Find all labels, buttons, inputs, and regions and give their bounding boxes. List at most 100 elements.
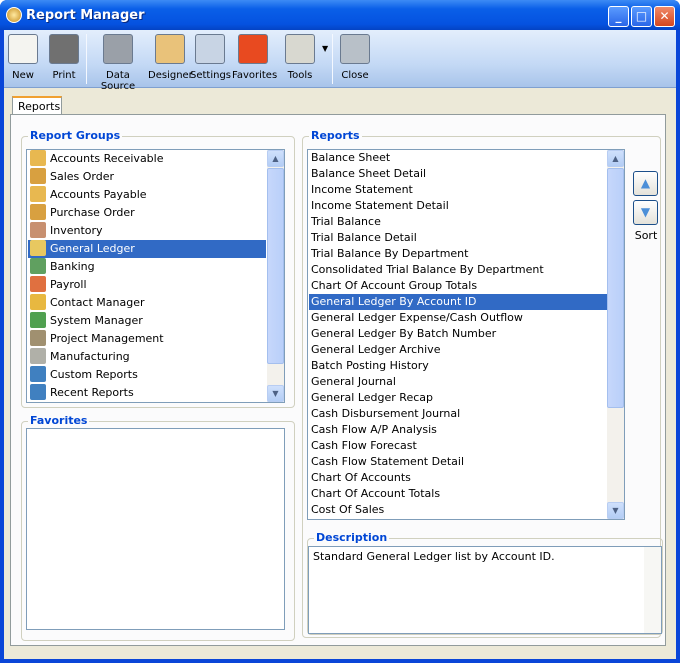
report-group-item[interactable]: Inventory	[28, 222, 266, 240]
report-item[interactable]: Cash Disbursement Journal	[309, 406, 607, 422]
report-item[interactable]: Balance Sheet Detail	[309, 166, 607, 182]
tools-dropdown-icon[interactable]: ▼	[322, 44, 328, 53]
report-group-item[interactable]: Project Management	[28, 330, 266, 348]
scroll-thumb[interactable]	[267, 168, 284, 364]
report-group-label: Manufacturing	[50, 350, 130, 363]
description-group: Description Standard General Ledger list…	[307, 531, 663, 635]
toolbar-button-label: Print	[52, 70, 76, 81]
scroll-down-icon[interactable]: ▼	[607, 502, 624, 519]
scroll-up-icon[interactable]: ▲	[607, 150, 624, 167]
title-bar: Report Manager _ □ ✕	[0, 0, 680, 30]
favorites-list[interactable]	[26, 428, 285, 630]
toolbar-separator	[332, 34, 333, 84]
report-group-icon	[30, 276, 46, 292]
window-title: Report Manager	[26, 8, 145, 23]
description-scrollbar[interactable]	[644, 547, 661, 633]
report-group-item[interactable]: Banking	[28, 258, 266, 276]
description-label: Description	[314, 531, 390, 544]
report-group-icon	[30, 168, 46, 184]
report-groups-label: Report Groups	[28, 129, 123, 142]
settings-icon	[195, 34, 225, 64]
sort-down-button[interactable]: ▼	[633, 200, 658, 225]
report-item[interactable]: Chart Of Accounts	[309, 470, 607, 486]
report-item[interactable]: Trial Balance	[309, 214, 607, 230]
toolbar-print-button[interactable]: Print	[44, 32, 84, 86]
toolbar-new-button[interactable]: New	[6, 32, 40, 86]
sort-up-button[interactable]: ▲	[633, 171, 658, 196]
report-group-item[interactable]: General Ledger	[28, 240, 266, 258]
report-item[interactable]: General Ledger By Account ID	[309, 294, 607, 310]
report-group-item[interactable]: Purchase Order	[28, 204, 266, 222]
report-item[interactable]: Chart Of Account Totals	[309, 486, 607, 502]
report-item[interactable]: Trial Balance Detail	[309, 230, 607, 246]
report-group-label: Payroll	[50, 278, 87, 291]
report-group-icon	[30, 204, 46, 220]
report-item[interactable]: Income Statement	[309, 182, 607, 198]
reports-scrollbar[interactable]: ▲ ▼	[607, 150, 624, 519]
toolbar-data-source-button[interactable]: Data Source	[90, 32, 146, 92]
reports-label: Reports	[309, 129, 362, 142]
groups-scrollbar[interactable]: ▲ ▼	[267, 150, 284, 402]
report-group-item[interactable]: Accounts Receivable	[28, 150, 266, 168]
tab-reports[interactable]: Reports	[12, 96, 62, 115]
toolbar-button-label: Settings	[190, 70, 232, 81]
report-group-icon	[30, 384, 46, 400]
report-group-item[interactable]: Custom Reports	[28, 366, 266, 384]
report-item[interactable]: Cash Flow Statement Detail	[309, 454, 607, 470]
report-group-label: Accounts Payable	[50, 188, 147, 201]
close-window-button[interactable]: ✕	[654, 6, 675, 27]
report-group-icon	[30, 222, 46, 238]
database-icon	[103, 34, 133, 64]
scroll-down-icon[interactable]: ▼	[267, 385, 284, 402]
report-group-item[interactable]: Sales Order	[28, 168, 266, 186]
description-text: Standard General Ledger list by Account …	[313, 550, 555, 563]
report-group-label: Project Management	[50, 332, 164, 345]
report-groups-list[interactable]: ▲ ▼ Accounts Receivable Sales Order Accoun…	[26, 149, 285, 403]
toolbar-favorites-button[interactable]: Favorites	[232, 32, 277, 86]
toolbar-designer-button[interactable]: Designer	[148, 32, 193, 86]
toolbar-button-label: Close	[341, 70, 369, 81]
report-group-item[interactable]: Recent Reports	[28, 384, 266, 402]
report-item[interactable]: General Ledger Recap	[309, 390, 607, 406]
reports-list[interactable]: ▲ ▼ Balance Sheet Balance Sheet Detail Inc…	[307, 149, 625, 520]
scroll-up-icon[interactable]: ▲	[267, 150, 284, 167]
report-group-item[interactable]: System Manager	[28, 312, 266, 330]
tools-icon	[285, 34, 315, 64]
report-manager-window: Report Manager _ □ ✕ New Print Data Source…	[0, 0, 680, 663]
toolbar-button-label: Tools	[287, 70, 313, 81]
designer-icon	[155, 34, 185, 64]
report-item[interactable]: Consolidated Trial Balance By Department	[309, 262, 607, 278]
toolbar-settings-button[interactable]: Settings	[190, 32, 232, 86]
report-group-icon	[30, 258, 46, 274]
toolbar-close-button[interactable]: Close	[338, 32, 372, 86]
report-group-item[interactable]: Payroll	[28, 276, 266, 294]
report-group-item[interactable]: Manufacturing	[28, 348, 266, 366]
maximize-button[interactable]: □	[631, 6, 652, 27]
report-item[interactable]: General Journal	[309, 374, 607, 390]
report-item[interactable]: Cash Flow Forecast	[309, 438, 607, 454]
app-logo-icon	[6, 7, 22, 23]
report-item[interactable]: Income Statement Detail	[309, 198, 607, 214]
report-item[interactable]: Balance Sheet	[309, 150, 607, 166]
report-group-label: Inventory	[50, 224, 103, 237]
report-item[interactable]: Trial Balance By Department	[309, 246, 607, 262]
report-item[interactable]: Cash Flow A/P Analysis	[309, 422, 607, 438]
report-group-item[interactable]: Contact Manager	[28, 294, 266, 312]
description-textbox[interactable]: Standard General Ledger list by Account …	[308, 546, 662, 634]
report-item[interactable]: General Ledger Archive	[309, 342, 607, 358]
scroll-thumb[interactable]	[607, 168, 624, 408]
minimize-button[interactable]: _	[608, 6, 629, 27]
report-group-item[interactable]: Accounts Payable	[28, 186, 266, 204]
report-group-label: Custom Reports	[50, 368, 138, 381]
report-item[interactable]: General Ledger By Batch Number	[309, 326, 607, 342]
report-item[interactable]: Batch Posting History	[309, 358, 607, 374]
report-group-icon	[30, 348, 46, 364]
sort-label: Sort	[634, 229, 658, 242]
toolbar-tools-button[interactable]: Tools	[278, 32, 322, 86]
report-item[interactable]: Chart Of Account Group Totals	[309, 278, 607, 294]
report-group-label: Recent Reports	[50, 386, 134, 399]
report-group-label: Sales Order	[50, 170, 115, 183]
report-group-icon	[30, 240, 46, 256]
report-item[interactable]: Cost Of Sales	[309, 502, 607, 518]
report-item[interactable]: General Ledger Expense/Cash Outflow	[309, 310, 607, 326]
